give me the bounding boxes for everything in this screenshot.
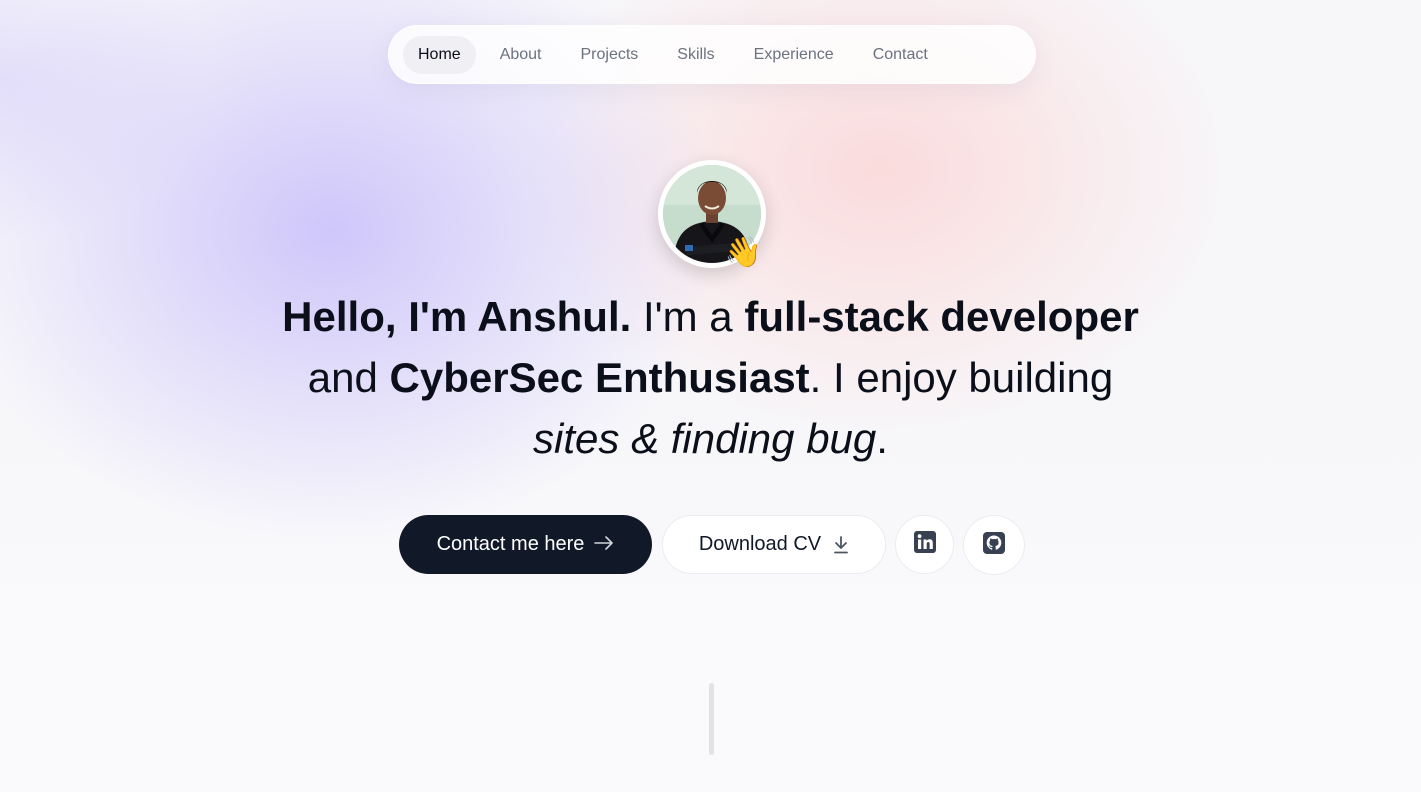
hero-interest: CyberSec Enthusiast [389, 354, 810, 401]
nav-item-about[interactable]: About [485, 36, 557, 74]
hero-line-1: Hello, I'm Anshul. I'm a full-stack deve… [200, 286, 1221, 347]
top-navigation: Home About Projects Skills Experience Co… [388, 25, 1036, 84]
waving-hand-icon: 👋 [724, 236, 762, 269]
download-cv-label: Download CV [698, 533, 822, 555]
profile-avatar: 👋 [658, 160, 766, 268]
nav-item-projects[interactable]: Projects [566, 36, 654, 74]
github-icon [983, 531, 1005, 559]
hero-role: full-stack developer [744, 293, 1139, 340]
hero-emphasis: sites & finding bug [533, 415, 877, 462]
hero-headline: Hello, I'm Anshul. I'm a full-stack deve… [200, 286, 1221, 469]
hero-text: and [307, 354, 390, 401]
contact-button-label: Contact me here [436, 533, 585, 555]
scroll-indicator [709, 683, 714, 755]
nav-item-contact[interactable]: Contact [858, 36, 943, 74]
nav-item-home[interactable]: Home [403, 35, 476, 74]
linkedin-button[interactable] [895, 515, 954, 574]
nav-item-experience[interactable]: Experience [739, 36, 849, 74]
hero-text: . [876, 415, 888, 462]
github-button[interactable] [963, 515, 1025, 575]
hero-text: . I enjoy building [809, 354, 1114, 401]
hero-text: I'm a [631, 293, 745, 340]
arrow-right-icon [594, 533, 614, 556]
hero-line-3: sites & finding bug. [200, 408, 1221, 469]
download-cv-button[interactable]: Download CV [662, 515, 886, 574]
hero-greeting: Hello, I'm Anshul. [282, 293, 632, 340]
linkedin-icon [913, 531, 936, 558]
download-icon [833, 535, 849, 554]
contact-me-button[interactable]: Contact me here [399, 515, 652, 574]
hero-line-2: and CyberSec Enthusiast. I enjoy buildin… [200, 347, 1221, 408]
nav-item-skills[interactable]: Skills [662, 36, 729, 74]
